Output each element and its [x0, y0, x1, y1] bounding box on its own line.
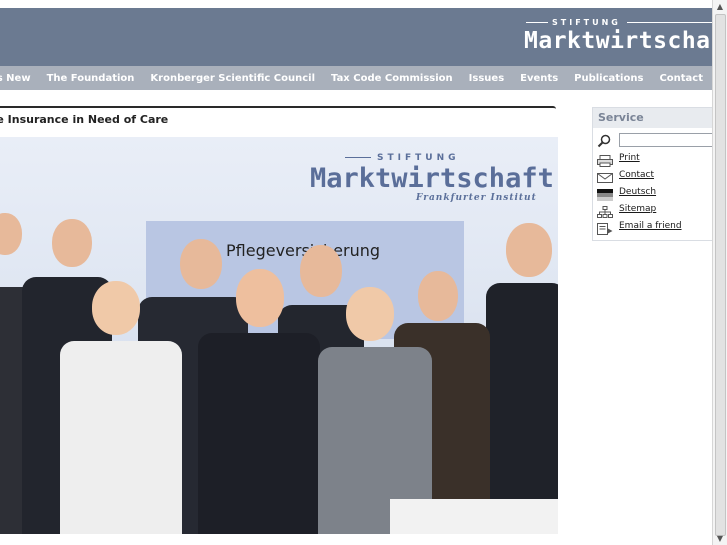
main-navigation: What's New The Foundation Kronberger Sci…: [0, 66, 713, 90]
sitemap-icon: [597, 203, 613, 218]
nav-contact[interactable]: Contact: [659, 73, 703, 84]
service-box: Service Print Contact Deutsch Sitemap Em…: [592, 107, 716, 241]
article-photo: STIFTUNG Marktwirtschaft Frankfurter Ins…: [0, 137, 558, 534]
photo-backdrop-subtitle: Frankfurter Institut: [416, 193, 537, 203]
photo-table: [390, 499, 558, 534]
nav-publications[interactable]: Publications: [574, 73, 643, 84]
contact-link[interactable]: Contact: [619, 170, 654, 180]
photo-backdrop-stiftung: STIFTUNG: [345, 153, 459, 163]
brand-stiftung: STIFTUNG: [526, 18, 713, 27]
service-link-sitemap[interactable]: Sitemap: [597, 202, 656, 218]
nav-the-foundation[interactable]: The Foundation: [47, 73, 135, 84]
top-strip: [0, 0, 713, 8]
print-link[interactable]: Print: [619, 153, 640, 163]
search-input[interactable]: [619, 133, 716, 147]
envelope-icon: [597, 169, 613, 183]
service-link-email-friend[interactable]: Email a friend: [597, 219, 682, 235]
nav-issues[interactable]: Issues: [469, 73, 504, 84]
service-link-print[interactable]: Print: [597, 151, 640, 167]
sitemap-link[interactable]: Sitemap: [619, 204, 656, 214]
article-title: Long-Term Care Insurance in Need of Care: [0, 106, 556, 128]
scroll-up-arrow-icon[interactable]: ▲: [713, 0, 727, 13]
deutsch-link[interactable]: Deutsch: [619, 187, 656, 197]
nav-events[interactable]: Events: [520, 73, 558, 84]
nav-tax-code-commission[interactable]: Tax Code Commission: [331, 73, 453, 84]
brand-logo[interactable]: Marktwirtschaft: [524, 28, 713, 54]
service-search-row: [597, 133, 716, 148]
scroll-down-arrow-icon[interactable]: ▼: [713, 532, 727, 545]
email-friend-icon: [597, 220, 613, 235]
photo-backdrop-brand: Marktwirtschaft: [310, 163, 554, 194]
email-friend-link[interactable]: Email a friend: [619, 221, 682, 231]
service-title: Service: [593, 108, 713, 128]
service-link-deutsch[interactable]: Deutsch: [597, 185, 656, 201]
printer-icon: [597, 152, 613, 167]
search-icon[interactable]: [597, 133, 611, 148]
nav-whats-new[interactable]: What's New: [0, 73, 31, 84]
scrollbar-thumb[interactable]: [715, 14, 726, 536]
service-link-contact[interactable]: Contact: [597, 168, 654, 183]
vertical-scrollbar[interactable]: ▲ ▼: [712, 0, 727, 545]
nav-kronberger-scientific-council[interactable]: Kronberger Scientific Council: [150, 73, 315, 84]
german-flag-icon: [597, 186, 613, 201]
site-header: STIFTUNG Marktwirtschaft: [0, 8, 713, 66]
